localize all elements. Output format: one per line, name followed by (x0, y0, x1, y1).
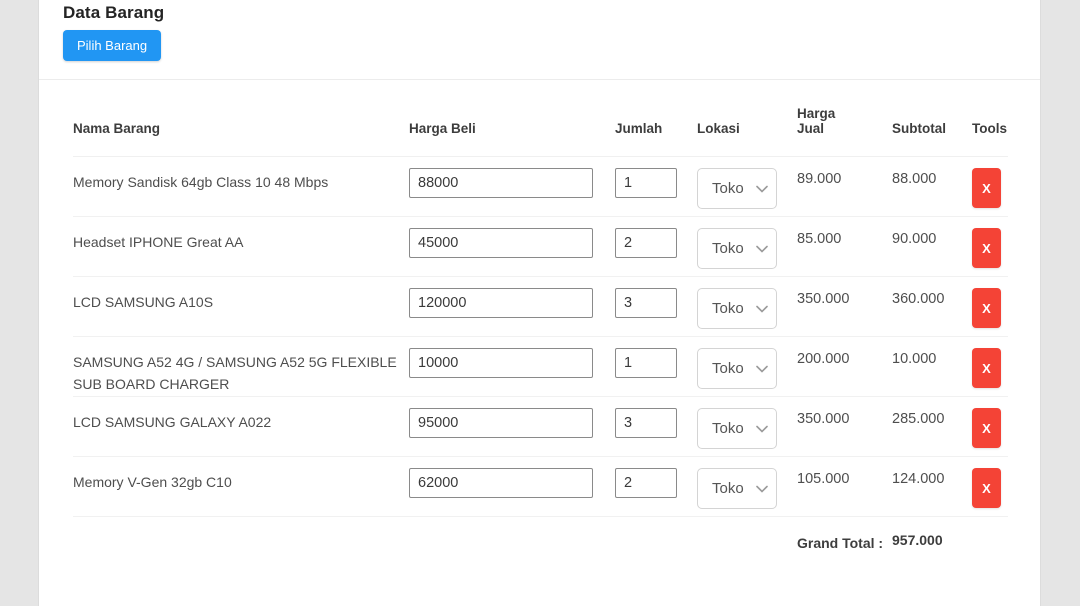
harga-jual-value: 105.000 (797, 457, 892, 517)
harga-jual-value: 200.000 (797, 337, 892, 397)
delete-row-button[interactable]: X (972, 468, 1001, 508)
table-header-row: Nama Barang Harga Beli Jumlah Lokasi Har… (73, 80, 1008, 157)
subtotal-value: 285.000 (892, 397, 972, 457)
lokasi-select[interactable]: Toko (697, 288, 777, 329)
page-title: Data Barang (63, 3, 1016, 23)
grand-total-row: Grand Total : 957.000 (73, 517, 1008, 555)
item-name: Memory Sandisk 64gb Class 10 48 Mbps (73, 157, 409, 217)
harga-beli-input[interactable] (409, 288, 593, 318)
column-header-subtotal: Subtotal (892, 80, 972, 157)
item-name: LCD SAMSUNG GALAXY A022 (73, 397, 409, 457)
table-row: Memory V-Gen 32gb C10 Toko 105.000 124.0… (73, 457, 1008, 517)
item-name: Headset IPHONE Great AA (73, 217, 409, 277)
table-row: LCD SAMSUNG GALAXY A022 Toko 350.000 285… (73, 397, 1008, 457)
data-barang-card: Data Barang Pilih Barang Nama Barang Har… (38, 0, 1041, 606)
column-header-tools: Tools (972, 80, 1008, 157)
item-name: LCD SAMSUNG A10S (73, 277, 409, 337)
jumlah-input[interactable] (615, 228, 677, 258)
card-header: Data Barang Pilih Barang (39, 0, 1040, 80)
column-header-harga-beli: Harga Beli (409, 80, 615, 157)
grand-total-value: 957.000 (892, 517, 972, 555)
grand-total-label: Grand Total : (797, 517, 892, 555)
lokasi-select[interactable]: Toko (697, 468, 777, 509)
delete-row-button[interactable]: X (972, 288, 1001, 328)
harga-jual-value: 350.000 (797, 277, 892, 337)
jumlah-input[interactable] (615, 408, 677, 438)
column-header-nama-barang: Nama Barang (73, 80, 409, 157)
subtotal-value: 124.000 (892, 457, 972, 517)
lokasi-select[interactable]: Toko (697, 168, 777, 209)
harga-beli-input[interactable] (409, 168, 593, 198)
item-name: Memory V-Gen 32gb C10 (73, 457, 409, 517)
subtotal-value: 88.000 (892, 157, 972, 217)
jumlah-input[interactable] (615, 468, 677, 498)
harga-beli-input[interactable] (409, 408, 593, 438)
jumlah-input[interactable] (615, 348, 677, 378)
harga-jual-value: 350.000 (797, 397, 892, 457)
delete-row-button[interactable]: X (972, 408, 1001, 448)
table-body: Memory Sandisk 64gb Class 10 48 Mbps Tok… (73, 157, 1008, 517)
items-table-section: Nama Barang Harga Beli Jumlah Lokasi Har… (39, 80, 1040, 554)
lokasi-select[interactable]: Toko (697, 348, 777, 389)
delete-row-button[interactable]: X (972, 168, 1001, 208)
table-row: Memory Sandisk 64gb Class 10 48 Mbps Tok… (73, 157, 1008, 217)
lokasi-select[interactable]: Toko (697, 408, 777, 449)
lokasi-select[interactable]: Toko (697, 228, 777, 269)
column-header-jumlah: Jumlah (615, 80, 697, 157)
harga-beli-input[interactable] (409, 228, 593, 258)
harga-beli-input[interactable] (409, 468, 593, 498)
jumlah-input[interactable] (615, 288, 677, 318)
pilih-barang-button[interactable]: Pilih Barang (63, 30, 161, 61)
table-row: LCD SAMSUNG A10S Toko 350.000 360.000 X (73, 277, 1008, 337)
subtotal-value: 10.000 (892, 337, 972, 397)
jumlah-input[interactable] (615, 168, 677, 198)
column-header-lokasi: Lokasi (697, 80, 797, 157)
table-row: SAMSUNG A52 4G / SAMSUNG A52 5G FLEXIBLE… (73, 337, 1008, 397)
delete-row-button[interactable]: X (972, 348, 1001, 388)
harga-jual-value: 89.000 (797, 157, 892, 217)
item-name: SAMSUNG A52 4G / SAMSUNG A52 5G FLEXIBLE… (73, 337, 409, 397)
delete-row-button[interactable]: X (972, 228, 1001, 268)
items-table: Nama Barang Harga Beli Jumlah Lokasi Har… (73, 80, 1008, 554)
subtotal-value: 90.000 (892, 217, 972, 277)
harga-jual-value: 85.000 (797, 217, 892, 277)
subtotal-value: 360.000 (892, 277, 972, 337)
table-row: Headset IPHONE Great AA Toko 85.000 90.0… (73, 217, 1008, 277)
harga-beli-input[interactable] (409, 348, 593, 378)
column-header-harga-jual: Harga Jual (797, 80, 892, 157)
